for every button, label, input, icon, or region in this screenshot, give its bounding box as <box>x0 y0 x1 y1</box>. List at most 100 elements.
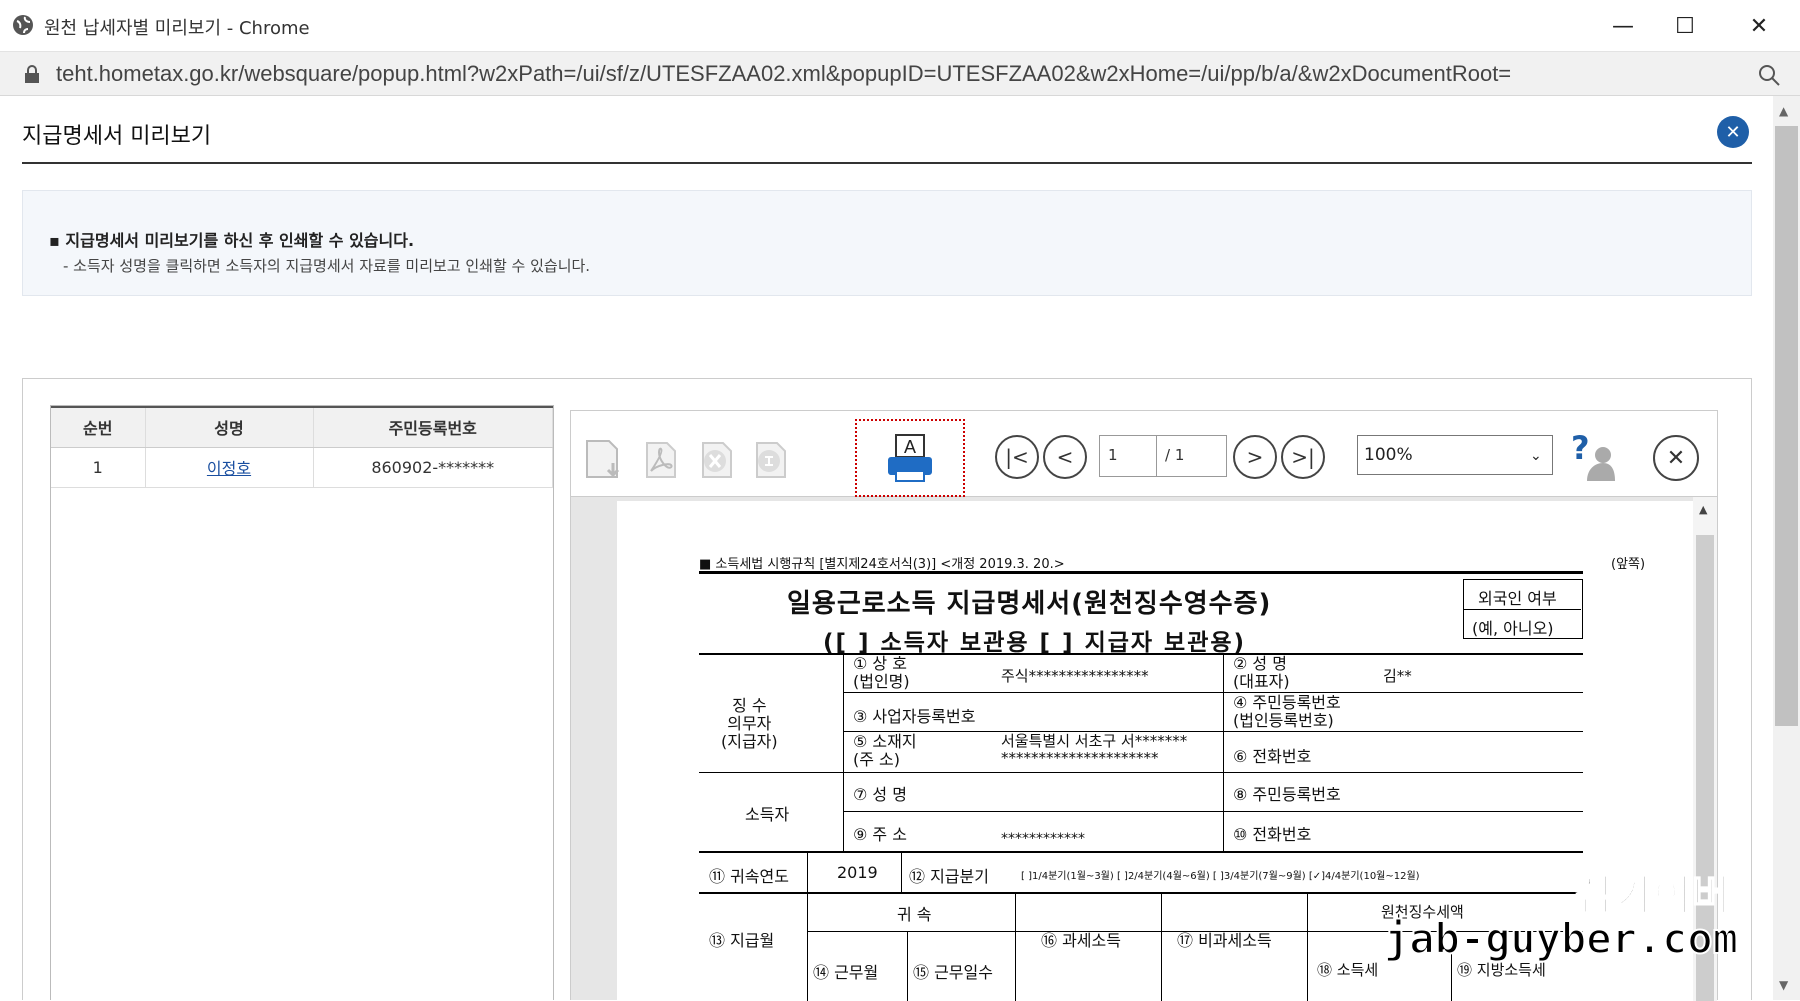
excel-icon[interactable] <box>695 437 737 481</box>
taxpayer-list-panel: 순번 성명 주민등록번호 1 이정호 860902-******* <box>50 405 554 1000</box>
grid-line <box>699 851 1583 853</box>
grid-line <box>843 811 1583 812</box>
taxpayer-name-link[interactable]: 이정호 <box>207 459 251 478</box>
user-help-icon <box>1587 447 1615 481</box>
notice-box: ▪ 지급명세서 미리보기를 하신 후 인쇄할 수 있습니다. - 소득자 성명을… <box>22 190 1752 296</box>
scroll-up-icon[interactable]: ▲ <box>1779 104 1788 118</box>
help-button[interactable]: ? <box>1569 429 1619 485</box>
payer-group-label: 징 수 의무자 (지급자) <box>721 696 778 751</box>
value-company-name: 주식**************** <box>1001 667 1149 685</box>
scrollbar-thumb[interactable] <box>1775 126 1798 726</box>
page-scrollbar[interactable]: ▲ ▼ <box>1773 96 1800 1000</box>
grid-line <box>1015 893 1016 1001</box>
document-viewer: A |< < 1 / 1 > >| 100% ⌄ ? ✕ ■ 소득세법 시행규칙 … <box>570 410 1718 1001</box>
field-business-number: ③ 사업자등록번호 <box>853 707 976 726</box>
browser-title-bar: 원천 납세자별 미리보기 - Chrome — ☐ ✕ <box>0 0 1800 52</box>
lock-icon <box>25 65 39 83</box>
popup-close-button[interactable]: ✕ <box>1717 116 1749 148</box>
header-nontaxable-income: ⑰ 비과세소득 <box>1177 931 1272 950</box>
header-pay-month: ⑬ 지급월 <box>709 931 775 950</box>
hwp-icon[interactable] <box>749 437 791 481</box>
last-page-button[interactable]: >| <box>1281 435 1325 479</box>
title-divider <box>22 162 1752 164</box>
zoom-icon[interactable] <box>1756 62 1782 88</box>
field-resident-number: ④ 주민등록번호 (법인등록번호) <box>1233 693 1341 730</box>
row-name-cell: 이정호 <box>145 447 314 488</box>
row-rrn: 860902-******* <box>313 447 553 488</box>
value-earner-address: ************ <box>1001 831 1085 847</box>
page-total: / 1 <box>1157 435 1227 477</box>
column-header-rrn: 주민등록번호 <box>313 406 553 448</box>
field-company-name: ① 상 호 (법인명) <box>853 654 910 691</box>
field-earner-address: ⑨ 주 소 <box>853 825 907 844</box>
maximize-button[interactable]: ☐ <box>1660 8 1710 44</box>
print-letter: A <box>904 437 916 457</box>
field-earner-rrn: ⑧ 주민등록번호 <box>1233 785 1341 804</box>
grid-line <box>901 851 902 893</box>
foreign-box: 외국인 여부 (예, 아니오) <box>1463 579 1583 639</box>
notice-line-2: - 소득자 성명을 클릭하면 소득자의 지급명세서 자료를 미리보고 인쇄할 수… <box>63 257 591 275</box>
grid-line <box>843 653 844 852</box>
popup-title: 지급명세서 미리보기 <box>22 124 212 149</box>
zoom-select[interactable]: 100% ⌄ <box>1357 435 1553 475</box>
notice-line-1: ▪ 지급명세서 미리보기를 하신 후 인쇄할 수 있습니다. <box>49 231 415 250</box>
grid-line <box>699 772 1583 773</box>
table-row: 1 이정호 860902-******* <box>51 447 553 488</box>
globe-icon <box>13 15 33 35</box>
quarter-options: [ ]1/4분기(1월~3월) [ ]2/4분기(4월~6월) [ ]3/4분기… <box>1021 871 1420 882</box>
foreign-value: (예, 아니오) <box>1472 619 1554 638</box>
grid-line <box>843 731 1583 732</box>
prev-page-button[interactable]: < <box>1043 435 1087 479</box>
field-earner-phone: ⑩ 전화번호 <box>1233 825 1312 844</box>
field-representative: ② 성 명 (대표자) <box>1233 654 1290 691</box>
print-button[interactable]: A <box>855 419 965 497</box>
form-side: (앞쪽) <box>1611 557 1646 572</box>
value-year: 2019 <box>837 863 878 882</box>
header-work-month: ⑭ 근무월 <box>813 963 879 982</box>
form-title: 일용근로소득 지급명세서(원천징수영수증) <box>787 589 1272 619</box>
row-no: 1 <box>51 447 146 488</box>
earner-group-label: 소득자 <box>745 805 790 824</box>
grid-line <box>1307 893 1308 1001</box>
rule-top <box>699 571 1583 574</box>
column-header-name: 성명 <box>145 406 314 448</box>
field-year: ⑪ 귀속연도 <box>709 867 789 886</box>
next-page-button[interactable]: > <box>1233 435 1277 479</box>
taxpayer-table: 순번 성명 주민등록번호 1 이정호 860902-******* <box>51 406 553 488</box>
minimize-button[interactable]: — <box>1598 8 1648 44</box>
field-quarter: ⑫ 지급분기 <box>909 867 989 886</box>
pdf-icon[interactable] <box>639 437 681 481</box>
url-text[interactable]: teht.hometax.go.kr/websquare/popup.html?… <box>56 61 1511 87</box>
form-rule: ■ 소득세법 시행규칙 [별지제24호서식(3)] <개정 2019.3. 20… <box>699 557 1065 572</box>
grid-line <box>1161 893 1162 1001</box>
printer-icon: A <box>888 434 932 482</box>
window-title: 원천 납세자별 미리보기 - Chrome <box>44 18 310 39</box>
viewer-close-button[interactable]: ✕ <box>1653 435 1699 481</box>
header-attribution: 귀 속 <box>897 905 932 924</box>
first-page-button[interactable]: |< <box>995 435 1039 479</box>
header-work-days: ⑮ 근무일수 <box>913 963 993 982</box>
foreign-label: 외국인 여부 <box>1478 589 1557 608</box>
field-phone: ⑥ 전화번호 <box>1233 747 1312 766</box>
header-income-tax: ⑱ 소득세 <box>1317 961 1379 979</box>
watermark-url: jab-guyber.com <box>1383 913 1739 964</box>
value-representative: 김** <box>1383 667 1412 685</box>
field-earner-name: ⑦ 성 명 <box>853 785 907 804</box>
address-bar[interactable]: teht.hometax.go.kr/websquare/popup.html?… <box>0 52 1800 96</box>
grid-line <box>907 931 908 1001</box>
save-icon[interactable] <box>583 437 625 481</box>
chevron-down-icon: ⌄ <box>1530 448 1542 464</box>
close-window-button[interactable]: ✕ <box>1734 8 1784 44</box>
grid-line <box>699 653 1583 655</box>
foreign-divider <box>1464 609 1581 610</box>
scroll-down-icon[interactable]: ▼ <box>1779 978 1788 992</box>
zoom-value: 100% <box>1364 445 1413 465</box>
doc-scroll-up-icon[interactable]: ▲ <box>1699 503 1707 516</box>
page-number-input[interactable]: 1 <box>1099 435 1157 477</box>
grid-line <box>843 692 1583 693</box>
grid-line <box>1223 653 1224 852</box>
form-subtitle: ([ ] 소득자 보관용 [ ] 지급자 보관용) <box>823 630 1247 656</box>
value-address: 서울특별시 서초구 서******* ********************* <box>1001 732 1188 767</box>
grid-line <box>699 892 1583 894</box>
viewer-toolbar: A |< < 1 / 1 > >| 100% ⌄ ? ✕ <box>571 411 1717 497</box>
